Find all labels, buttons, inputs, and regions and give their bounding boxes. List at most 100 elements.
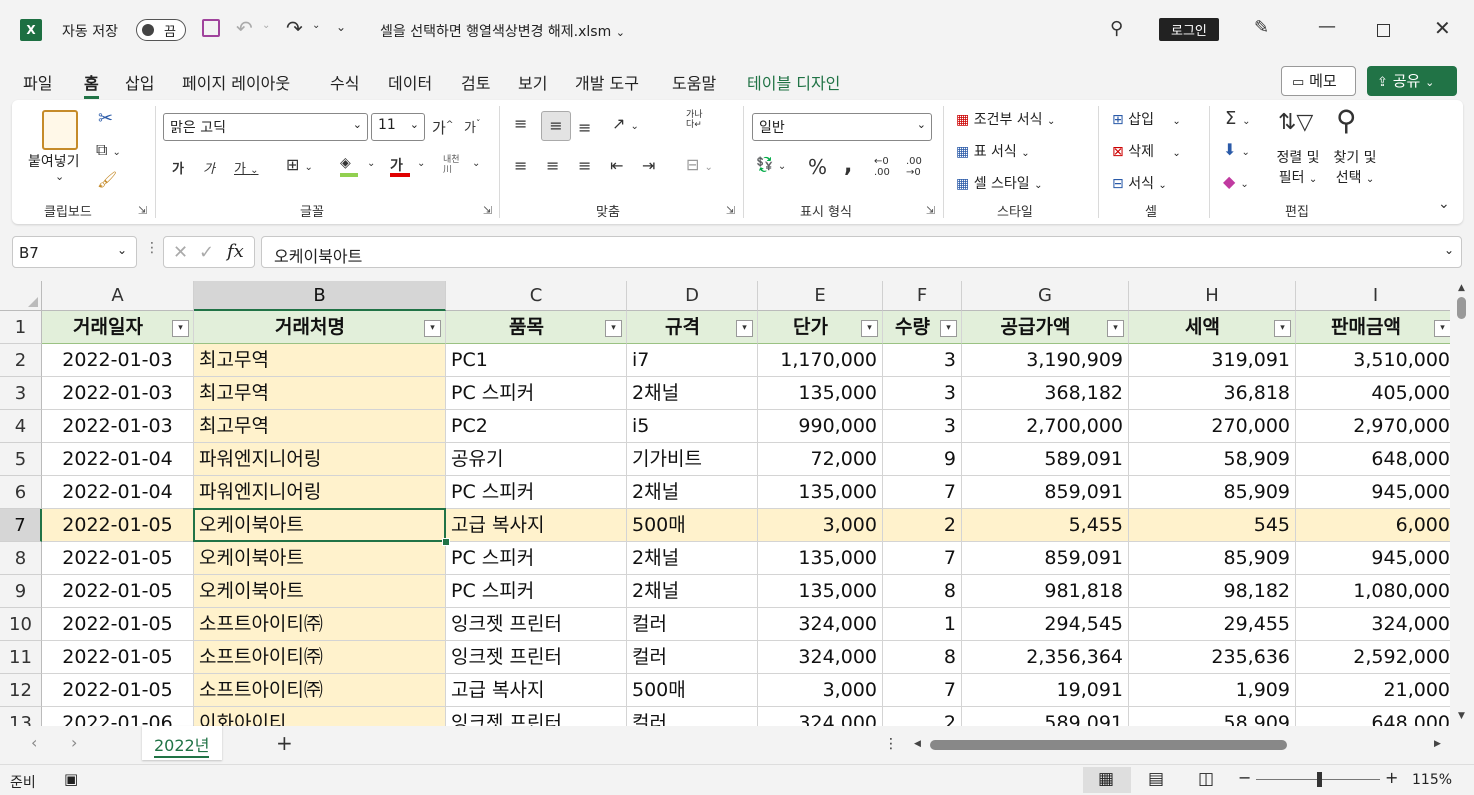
more-options-icon[interactable]: ⋮ — [145, 240, 159, 256]
table-cell[interactable]: 잉크젯 프린터 — [446, 707, 627, 726]
customize-qat-icon[interactable]: ⌄ — [336, 20, 346, 34]
row-header-1[interactable]: 1 — [0, 311, 42, 344]
table-cell[interactable]: 135,000 — [758, 476, 883, 509]
table-cell[interactable]: 324,000 — [1296, 608, 1450, 641]
maximize-icon[interactable] — [1377, 24, 1390, 37]
tab-view[interactable]: 보기 — [518, 70, 547, 94]
tab-developer[interactable]: 개발 도구 — [575, 70, 639, 94]
row-header-6[interactable]: 6 — [0, 476, 42, 509]
column-header-f[interactable]: F — [883, 281, 962, 311]
page-break-view-icon[interactable]: ◫ — [1198, 769, 1214, 789]
table-header-cell[interactable]: 거래처명 — [194, 311, 446, 344]
tab-file[interactable]: 파일 — [23, 70, 52, 94]
add-sheet-icon[interactable]: + — [276, 731, 293, 755]
prev-sheet-icon[interactable]: ‹ — [31, 733, 37, 752]
column-header-d[interactable]: D — [627, 281, 758, 311]
conditional-formatting-button[interactable]: ▦ 조건부 서식 ⌄ — [956, 109, 1055, 129]
decrease-indent-icon[interactable]: ⇤ — [610, 156, 623, 175]
sort-filter-button[interactable]: 정렬 및 필터 ⌄ — [1272, 148, 1324, 190]
table-cell[interactable]: 1 — [883, 608, 962, 641]
table-cell[interactable]: 이화아이티 — [194, 707, 446, 726]
table-cell[interactable]: 235,636 — [1129, 641, 1296, 674]
table-cell[interactable]: 500매 — [627, 674, 758, 707]
table-cell[interactable]: 2,592,000 — [1296, 641, 1450, 674]
increase-indent-icon[interactable]: ⇥ — [642, 156, 655, 175]
table-cell[interactable]: 고급 복사지 — [446, 509, 627, 542]
table-cell[interactable]: 소프트아이티㈜ — [194, 674, 446, 707]
table-cell[interactable]: PC 스피커 — [446, 377, 627, 410]
row-header-5[interactable]: 5 — [0, 443, 42, 476]
filter-dropdown-icon[interactable]: ▾ — [1434, 320, 1450, 337]
fill-handle[interactable] — [442, 538, 450, 546]
tab-table-design[interactable]: 테이블 디자인 — [747, 70, 840, 94]
table-header-cell[interactable]: 품목 — [446, 311, 627, 344]
format-painter-icon[interactable]: 🖌 — [97, 170, 117, 189]
formula-input[interactable]: 오케이북아트 ⌄ — [261, 236, 1462, 268]
tab-help[interactable]: 도움말 — [672, 70, 716, 94]
table-cell[interactable]: 3 — [883, 377, 962, 410]
scroll-right-icon[interactable]: ▶ — [1434, 739, 1441, 749]
normal-view-button[interactable]: ▦ — [1083, 767, 1131, 793]
insert-cells-button[interactable]: ⊞ 삽입 ⌄ — [1112, 109, 1181, 129]
search-icon[interactable]: ⚲ — [1110, 18, 1123, 39]
font-color-dropdown-icon[interactable]: ⌄ — [417, 158, 425, 169]
table-cell[interactable]: 135,000 — [758, 377, 883, 410]
fill-icon[interactable]: ⬇ ⌄ — [1223, 140, 1250, 159]
paste-label[interactable]: 붙여넣기 — [28, 151, 80, 171]
clipboard-launcher-icon[interactable]: ⇲ — [138, 204, 147, 217]
row-header-8[interactable]: 8 — [0, 542, 42, 575]
cut-icon[interactable]: ✂ — [98, 108, 113, 129]
table-cell[interactable]: 648,000 — [1296, 707, 1450, 726]
login-button[interactable]: 로그인 — [1159, 18, 1219, 41]
scroll-left-icon[interactable]: ◀ — [914, 739, 921, 749]
align-right-icon[interactable]: ≡ — [578, 156, 591, 175]
font-color-icon[interactable]: 가 — [390, 155, 412, 177]
table-cell[interactable]: 29,455 — [1129, 608, 1296, 641]
align-center-icon[interactable]: ≡ — [546, 156, 559, 175]
comma-style-icon[interactable]: , — [844, 153, 852, 178]
phonetic-icon[interactable]: 내천 川 — [443, 155, 460, 175]
scroll-down-icon[interactable]: ▼ — [1458, 711, 1465, 721]
vertical-scrollbar[interactable]: ▲ ▼ — [1450, 281, 1474, 726]
table-cell[interactable]: 324,000 — [758, 707, 883, 726]
next-sheet-icon[interactable]: › — [71, 733, 77, 752]
table-cell[interactable]: 2022-01-03 — [42, 344, 194, 377]
paste-icon[interactable] — [42, 110, 78, 150]
table-cell[interactable]: 2022-01-03 — [42, 410, 194, 443]
collapse-ribbon-icon[interactable]: ⌄ — [1438, 196, 1450, 212]
table-cell[interactable]: 58,909 — [1129, 443, 1296, 476]
filter-dropdown-icon[interactable]: ▾ — [940, 320, 957, 337]
table-cell[interactable]: 1,170,000 — [758, 344, 883, 377]
table-cell[interactable]: 859,091 — [962, 542, 1129, 575]
table-cell[interactable]: 324,000 — [758, 608, 883, 641]
table-cell[interactable]: 1,909 — [1129, 674, 1296, 707]
table-cell[interactable]: 500매 — [627, 509, 758, 542]
tab-review[interactable]: 검토 — [461, 70, 490, 94]
table-cell[interactable]: 7 — [883, 542, 962, 575]
table-cell[interactable]: 잉크젯 프린터 — [446, 608, 627, 641]
table-cell[interactable]: PC 스피커 — [446, 575, 627, 608]
row-header-11[interactable]: 11 — [0, 641, 42, 674]
row-header-12[interactable]: 12 — [0, 674, 42, 707]
table-cell[interactable]: 3,000 — [758, 509, 883, 542]
table-cell[interactable]: 2022-01-05 — [42, 542, 194, 575]
sort-filter-icon[interactable]: ⇅▽ — [1278, 110, 1313, 135]
accounting-format-icon[interactable]: 💱 ⌄ — [756, 157, 786, 173]
table-cell[interactable]: 7 — [883, 674, 962, 707]
cell-styles-button[interactable]: ▦ 셀 스타일 ⌄ — [956, 173, 1043, 193]
format-cells-button[interactable]: ⊟ 서식 ⌄ — [1112, 173, 1167, 193]
column-header-h[interactable]: H — [1129, 281, 1296, 311]
page-layout-view-icon[interactable]: ▤ — [1148, 769, 1164, 789]
row-header-3[interactable]: 3 — [0, 377, 42, 410]
table-cell[interactable]: 1,080,000 — [1296, 575, 1450, 608]
table-cell[interactable]: 2022-01-05 — [42, 509, 194, 542]
find-select-button[interactable]: 찾기 및 선택 ⌄ — [1328, 148, 1382, 190]
table-cell[interactable]: 소프트아이티㈜ — [194, 608, 446, 641]
font-name-select[interactable]: 맑은 고딕 ⌄ — [163, 113, 368, 141]
number-format-select[interactable]: 일반 ⌄ — [752, 113, 932, 141]
format-as-table-button[interactable]: ▦ 표 서식 ⌄ — [956, 141, 1030, 161]
table-cell[interactable]: 2022-01-06 — [42, 707, 194, 726]
cancel-entry-icon[interactable]: ✕ — [173, 242, 188, 263]
table-cell[interactable]: 21,000 — [1296, 674, 1450, 707]
find-select-icon[interactable]: ⚲ — [1336, 104, 1357, 137]
